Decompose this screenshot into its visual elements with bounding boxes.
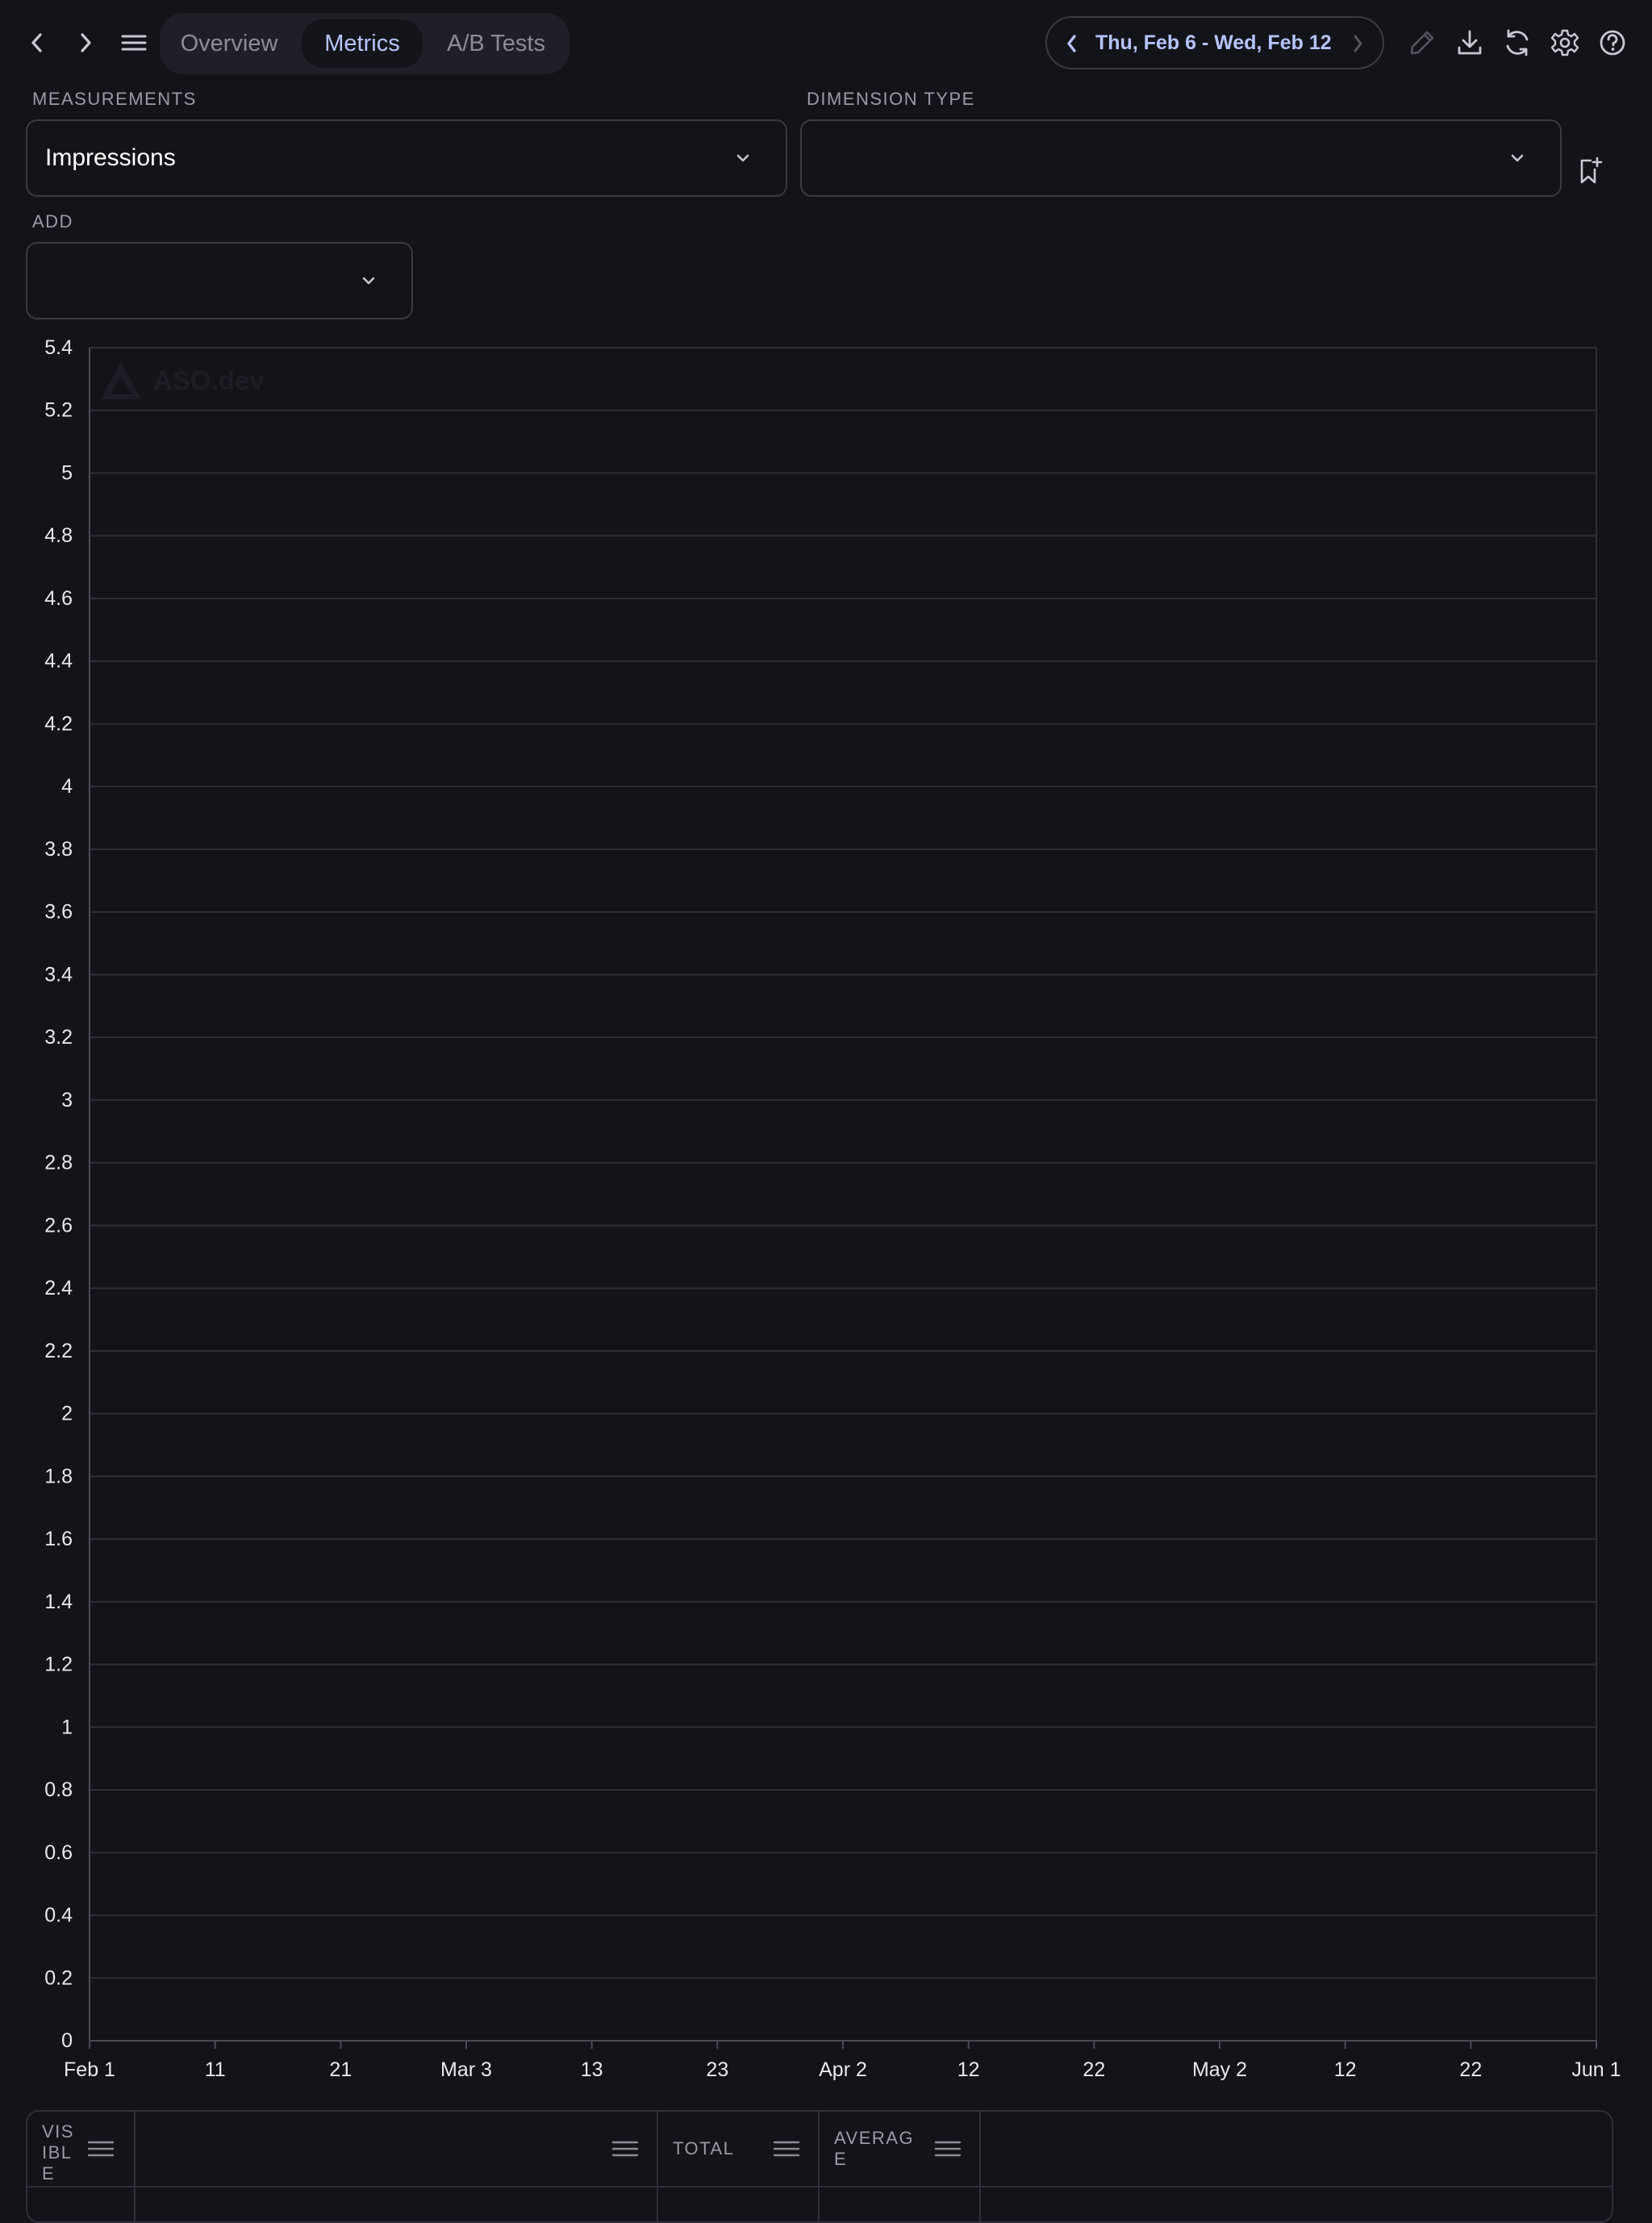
column-label-average: AVERAG E [834, 2128, 915, 2169]
metrics-chart: 0 0.2 0.4 0.6 0.8 1 1.2 1.4 1.6 1.8 2 2.2 2.4 2.6 2.8 3… [44, 336, 1621, 2081]
y-tick-label: 1.2 [44, 1654, 73, 1676]
y-tick-label: 4.6 [44, 587, 73, 610]
add-select[interactable] [26, 242, 413, 319]
bookmark-add-icon[interactable] [1576, 156, 1604, 186]
y-tick-label: 2.4 [44, 1277, 73, 1299]
y-tick-label: 0 [61, 2029, 73, 2052]
y-tick-label: 0.4 [44, 1904, 73, 1927]
x-tick-label: 22 [1083, 2058, 1105, 2081]
metrics-table: VIS IBL E TOTAL AVERAG E [26, 2110, 1613, 2223]
column-label-visible: VIS IBL E [42, 2121, 74, 2183]
date-range-picker[interactable]: Thu, Feb 6 - Wed, Feb 12 [1045, 16, 1384, 69]
column-menu-icon[interactable] [87, 2139, 115, 2158]
x-tick-label: 23 [706, 2058, 728, 2081]
y-tick-label: 5.2 [44, 399, 73, 422]
y-tick-label: 5.4 [44, 336, 73, 359]
y-tick-label: 2.8 [44, 1152, 73, 1174]
chevron-down-icon [362, 277, 375, 285]
chevron-left-icon [31, 33, 42, 52]
x-tick-label: 13 [581, 2058, 603, 2081]
tab-overview[interactable]: Overview [166, 19, 292, 68]
settings-button[interactable] [1545, 23, 1585, 63]
x-tick-label: Mar 3 [440, 2058, 492, 2081]
y-tick-label: 3.2 [44, 1026, 73, 1049]
x-tick-label: Feb 1 [64, 2058, 115, 2081]
y-tick-label: 4 [61, 775, 73, 798]
y-tick-label: 0.8 [44, 1779, 73, 1801]
forward-button[interactable] [65, 18, 106, 68]
chevron-right-icon[interactable] [1349, 32, 1366, 55]
tab-ab-tests[interactable]: A/B Tests [429, 19, 563, 68]
gear-icon [1550, 29, 1579, 56]
y-tick-label: 1.6 [44, 1528, 73, 1550]
edit-button[interactable] [1402, 23, 1442, 63]
x-tick-label: 11 [205, 2058, 226, 2081]
y-tick-label: 1.8 [44, 1465, 73, 1487]
chevron-down-icon [1511, 154, 1524, 162]
add-label: ADD [32, 211, 73, 231]
pencil-icon [1410, 31, 1434, 55]
x-tick-label: 12 [1334, 2058, 1357, 2081]
y-tick-label: 1.4 [44, 1591, 73, 1613]
measurements-value: Impressions [45, 144, 176, 171]
y-tick-label: 0.2 [44, 1966, 73, 1989]
y-tick-label: 3.6 [44, 901, 73, 924]
view-tabs: Overview Metrics A/B Tests [160, 13, 569, 74]
download-icon [1458, 30, 1482, 55]
column-label-total: TOTAL [673, 2138, 735, 2158]
dimension-type-select[interactable] [800, 119, 1562, 197]
x-tick-label: Apr 2 [819, 2058, 867, 2081]
y-tick-label: 1 [61, 1716, 73, 1738]
table-cell [658, 2188, 820, 2221]
help-button[interactable] [1592, 23, 1633, 63]
y-tick-label: 4.4 [44, 650, 73, 673]
hamburger-icon [121, 35, 147, 51]
column-menu-icon[interactable] [934, 2139, 962, 2158]
column-menu-icon[interactable] [611, 2139, 639, 2158]
back-button[interactable] [16, 18, 58, 68]
column-header-total[interactable]: TOTAL [658, 2112, 820, 2186]
table-cell [820, 2188, 981, 2221]
y-tick-label: 4.8 [44, 524, 73, 547]
chevron-down-icon [736, 154, 749, 162]
menu-button[interactable] [113, 18, 155, 68]
x-tick-label: 12 [957, 2058, 980, 2081]
chevron-left-icon[interactable] [1063, 32, 1081, 55]
watermark: ASO.dev [98, 358, 276, 403]
y-tick-label: 3 [61, 1089, 73, 1112]
table-cell [27, 2188, 136, 2221]
x-tick-label: 21 [329, 2058, 352, 2081]
y-tick-label: 3.4 [44, 963, 73, 986]
dimension-type-label: DIMENSION TYPE [807, 89, 975, 109]
column-menu-icon[interactable] [773, 2139, 800, 2158]
column-header-average[interactable]: AVERAG E [820, 2112, 981, 2186]
watermark-text: ASO.dev [153, 365, 265, 395]
download-button[interactable] [1450, 23, 1490, 63]
refresh-button[interactable] [1497, 23, 1537, 63]
refresh-icon [1506, 29, 1529, 56]
y-tick-label: 2.2 [44, 1340, 73, 1362]
x-tick-label: Jun 1 [1571, 2058, 1621, 2081]
help-icon [1600, 30, 1625, 56]
chevron-right-icon [81, 33, 91, 52]
y-tick-label: 2.6 [44, 1214, 73, 1237]
y-tick-label: 4.2 [44, 712, 73, 735]
table-cell [136, 2188, 658, 2221]
x-tick-label: May 2 [1192, 2058, 1247, 2081]
y-tick-label: 2 [61, 1403, 73, 1425]
measurements-select[interactable]: Impressions [26, 119, 787, 197]
column-header-name[interactable] [136, 2112, 658, 2186]
date-range-label[interactable]: Thu, Feb 6 - Wed, Feb 12 [1095, 18, 1332, 68]
column-header-visible[interactable]: VIS IBL E [27, 2112, 136, 2186]
measurements-label: MEASUREMENTS [32, 89, 197, 109]
tab-metrics[interactable]: Metrics [302, 19, 423, 68]
aso-dev-logo-icon [101, 362, 141, 399]
x-tick-label: 22 [1459, 2058, 1482, 2081]
y-tick-label: 5 [61, 461, 73, 484]
y-tick-label: 3.8 [44, 838, 73, 861]
y-tick-label: 0.6 [44, 1841, 73, 1864]
